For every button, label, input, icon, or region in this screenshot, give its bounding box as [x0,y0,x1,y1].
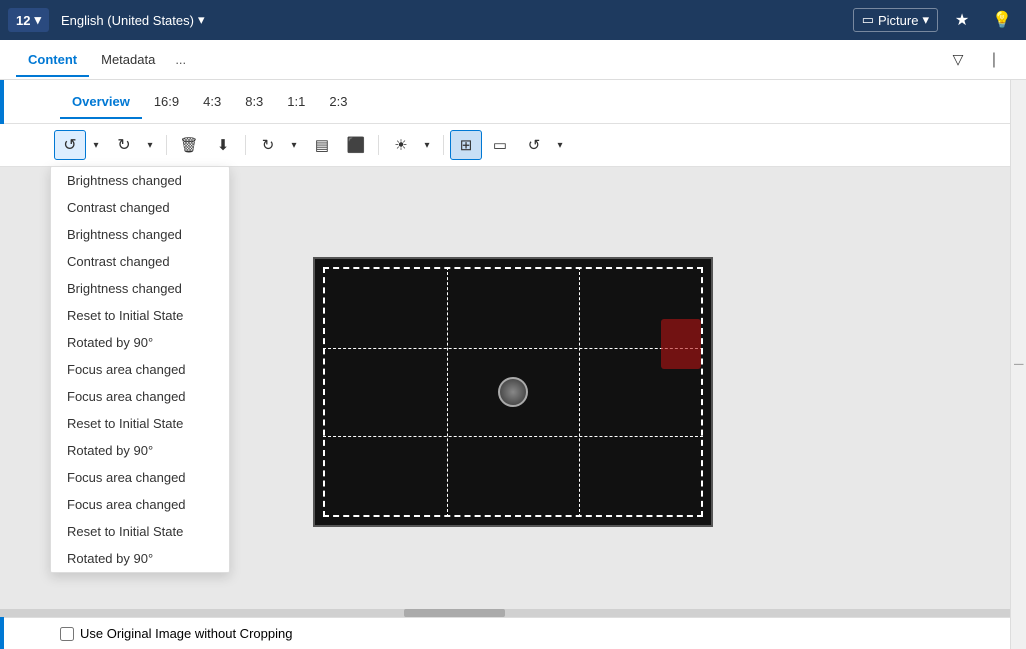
aspect-tab-2-3[interactable]: 2:3 [317,84,359,119]
scrollbar-thumb[interactable] [404,609,505,617]
aspect-tab-16-9[interactable]: 16:9 [142,84,191,119]
sep3 [378,135,379,155]
aspect-tab-4-3[interactable]: 4:3 [191,84,233,119]
picture-button[interactable]: ▭ Picture ▾ [853,8,938,32]
dropdown-item-6[interactable]: Rotated by 90° [51,329,229,356]
tab-content[interactable]: Content [16,42,89,77]
toolbar: ↺ ▾ ↻ ▾ 🗑 ⬇ ↻ ▾ ▤ ⬛ ☀ ▾ ⊞ ▭ ↺ ▾ Brightn [0,124,1026,167]
aspect-tabs: Overview 16:9 4:3 8:3 1:1 2:3 [0,80,1026,124]
sep4 [443,135,444,155]
aspect-tab-overview[interactable]: Overview [60,84,142,119]
dropdown-item-5[interactable]: Reset to Initial State [51,302,229,329]
brightness-button[interactable]: ☀ [385,130,417,160]
undo-dropdown-menu: Brightness changed Contrast changed Brig… [50,166,230,573]
brightness-group: ☀ ▾ [385,130,437,160]
dropdown-item-13[interactable]: Reset to Initial State [51,518,229,545]
picture-dropdown-icon: ▾ [922,12,929,28]
grid-line-h2 [323,436,703,437]
nav-panel-toggle[interactable]: | [978,45,1010,75]
undo-group: ↺ ▾ [54,130,106,160]
top-bar: 12 ▾ English (United States) ▾ ▭ Picture… [0,0,1026,40]
download-button[interactable]: ⬇ [207,130,239,160]
dropdown-item-1[interactable]: Contrast changed [51,194,229,221]
aspect-tab-8-3[interactable]: 8:3 [233,84,275,119]
frame-button[interactable]: ▭ [484,130,516,160]
app-number: 12 [16,13,30,28]
grid-button[interactable]: ⊞ [450,130,482,160]
dropdown-item-10[interactable]: Rotated by 90° [51,437,229,464]
undo-dropdown-button[interactable]: ▾ [86,130,106,160]
rotate-button[interactable]: ↺ [518,130,550,160]
nav-more-button[interactable]: ... [167,46,194,73]
original-image-checkbox[interactable] [60,627,74,641]
nav-right-icons: ▽ | [942,45,1010,75]
dropdown-item-12[interactable]: Focus area changed [51,491,229,518]
language-label: English (United States) [61,13,194,28]
picture-label: Picture [878,13,918,28]
dropdown-item-8[interactable]: Focus area changed [51,383,229,410]
nav-bar: Content Metadata ... ▽ | [0,40,1026,80]
bottom-bar: Use Original Image without Cropping [0,617,1026,649]
redo-button[interactable]: ↻ [108,130,140,160]
help-button[interactable]: 💡 [986,5,1018,35]
sep2 [245,135,246,155]
app-switcher[interactable]: 12 ▾ [8,8,49,32]
dropdown-item-14[interactable]: Rotated by 90° [51,545,229,572]
dropdown-item-3[interactable]: Contrast changed [51,248,229,275]
original-image-checkbox-wrapper: Use Original Image without Cropping [60,626,292,641]
app-dropdown-icon[interactable]: ▾ [34,12,41,28]
dropdown-item-0[interactable]: Brightness changed [51,167,229,194]
rotate-group: ↺ ▾ [518,130,570,160]
top-bar-left: 12 ▾ English (United States) ▾ [8,8,212,32]
grid-line-h1 [323,348,703,349]
rotate-dropdown-button[interactable]: ▾ [550,130,570,160]
brightness-dropdown-button[interactable]: ▾ [417,130,437,160]
redo-group: ↻ ▾ [108,130,160,160]
filter-dropdown-button[interactable]: ▽ [942,45,974,75]
delete-button[interactable]: 🗑 [173,130,205,160]
dropdown-item-11[interactable]: Focus area changed [51,464,229,491]
transform-dropdown-button[interactable]: ▾ [284,130,304,160]
redo-dropdown-button[interactable]: ▾ [140,130,160,160]
dropdown-item-7[interactable]: Focus area changed [51,356,229,383]
favorite-button[interactable]: ★ [946,5,978,35]
top-bar-right: ▭ Picture ▾ ★ 💡 [853,5,1018,35]
strip-button[interactable]: ▤ [306,130,338,160]
language-selector[interactable]: English (United States) ▾ [53,8,212,32]
dropdown-item-4[interactable]: Brightness changed [51,275,229,302]
dropdown-item-9[interactable]: Reset to Initial State [51,410,229,437]
red-highlight-area [661,319,701,369]
grid-line-v2 [579,267,580,517]
right-panel-handle[interactable]: | [1010,80,1026,649]
language-dropdown-icon: ▾ [198,12,205,28]
picture-icon: ▭ [862,12,874,28]
filter-icon: ▽ [953,51,964,68]
undo-button[interactable]: ↺ [54,130,86,160]
panel-handle-icon: | [1013,363,1024,366]
transform-group: ↻ ▾ [252,130,304,160]
image-container[interactable] [313,257,713,527]
aspect-tab-1-1[interactable]: 1:1 [275,84,317,119]
horizontal-scrollbar[interactable] [0,609,1010,617]
original-image-label: Use Original Image without Cropping [80,626,292,641]
crop-button[interactable]: ⬛ [340,130,372,160]
dropdown-item-2[interactable]: Brightness changed [51,221,229,248]
tab-metadata[interactable]: Metadata [89,42,167,77]
sep1 [166,135,167,155]
transform-button[interactable]: ↻ [252,130,284,160]
content-area: Overview 16:9 4:3 8:3 1:1 2:3 ↺ ▾ ↻ ▾ 🗑 … [0,80,1026,649]
focus-circle[interactable] [498,377,528,407]
grid-line-v1 [447,267,448,517]
